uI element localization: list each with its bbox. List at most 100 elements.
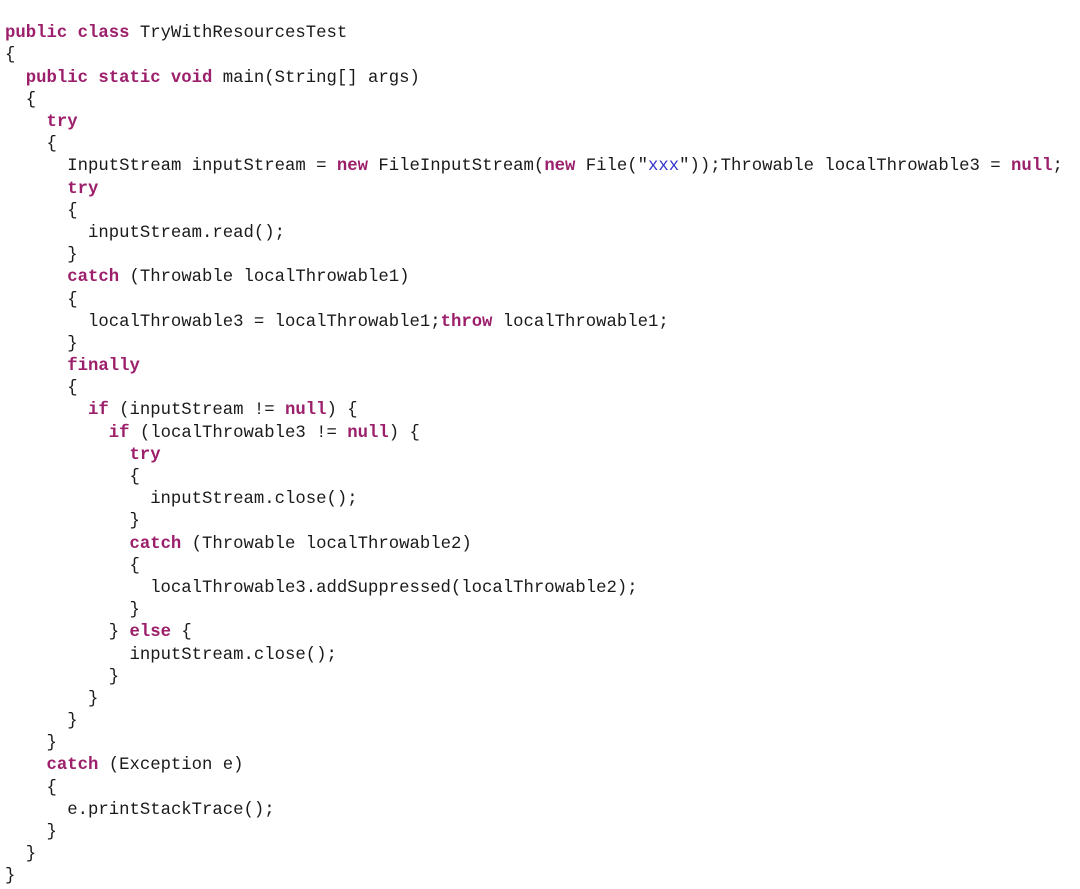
code-text: { bbox=[129, 556, 140, 576]
code-line: catch (Exception e) bbox=[5, 755, 1063, 777]
code-keyword: catch bbox=[46, 756, 99, 776]
code-line: { bbox=[5, 90, 1063, 112]
code-line: } bbox=[5, 711, 1063, 733]
code-text: { bbox=[67, 379, 78, 399]
code-text: inputStream.close(); bbox=[129, 645, 337, 665]
code-line: } bbox=[5, 689, 1063, 711]
code-text: } bbox=[108, 667, 120, 687]
code-keyword: null bbox=[1011, 157, 1053, 177]
code-line: localThrowable3 = localThrowable1;throw … bbox=[5, 312, 1063, 334]
code-text: } bbox=[129, 601, 140, 621]
code-text: File(" bbox=[575, 157, 649, 177]
code-keyword: else bbox=[129, 623, 171, 643]
code-text: { bbox=[67, 201, 78, 221]
code-text: } bbox=[67, 246, 78, 266]
code-text: localThrowable3.addSuppressed(localThrow… bbox=[150, 578, 638, 598]
code-text: } bbox=[87, 689, 99, 709]
code-keyword: null bbox=[347, 423, 389, 443]
code-line: e.printStackTrace(); bbox=[5, 800, 1063, 822]
code-keyword: throw bbox=[440, 312, 493, 332]
code-line: } bbox=[5, 866, 1063, 888]
code-line: } bbox=[5, 245, 1063, 267]
code-text: } bbox=[67, 712, 78, 732]
code-text: ) { bbox=[388, 423, 420, 443]
code-line: public static void main(String[] args) bbox=[5, 68, 1063, 90]
code-text: { bbox=[46, 135, 57, 155]
code-line: } bbox=[5, 511, 1063, 533]
code-line: } bbox=[5, 667, 1063, 689]
code-line: { bbox=[5, 290, 1063, 312]
code-text: inputStream.close(); bbox=[150, 490, 358, 510]
code-text: (Throwable localThrowable2) bbox=[181, 534, 472, 554]
code-text: } bbox=[67, 334, 78, 354]
code-keyword: new bbox=[544, 157, 576, 177]
code-string-literal: xxx bbox=[648, 157, 680, 177]
code-line: } bbox=[5, 334, 1063, 356]
code-line: finally bbox=[5, 356, 1063, 378]
code-text: { bbox=[46, 778, 57, 798]
code-keyword: null bbox=[285, 401, 327, 421]
code-keyword: try bbox=[129, 445, 161, 465]
code-text: (Exception e) bbox=[98, 756, 244, 776]
code-keyword: try bbox=[46, 113, 78, 133]
code-keyword: if bbox=[108, 423, 130, 443]
code-keyword: catch bbox=[129, 534, 182, 554]
code-text: "));Throwable localThrowable3 = bbox=[679, 157, 1012, 177]
code-text: { bbox=[5, 46, 16, 66]
code-line: catch (Throwable localThrowable1) bbox=[5, 267, 1063, 289]
code-line: catch (Throwable localThrowable2) bbox=[5, 534, 1063, 556]
code-line: if (localThrowable3 != null) { bbox=[5, 423, 1063, 445]
code-text: TryWithResourcesTest bbox=[129, 24, 348, 44]
code-text: main(String[] args) bbox=[212, 68, 420, 88]
code-listing: public class TryWithResourcesTest{ publi… bbox=[5, 23, 1063, 888]
code-text: } bbox=[108, 623, 130, 643]
code-text: ; bbox=[1052, 157, 1063, 177]
code-text: (Throwable localThrowable1) bbox=[119, 268, 410, 288]
code-keyword: try bbox=[67, 179, 99, 199]
code-line: localThrowable3.addSuppressed(localThrow… bbox=[5, 578, 1063, 600]
code-line: } else { bbox=[5, 622, 1063, 644]
code-line: if (inputStream != null) { bbox=[5, 400, 1063, 422]
code-line: { bbox=[5, 467, 1063, 489]
code-line: InputStream inputStream = new FileInputS… bbox=[5, 156, 1063, 178]
code-keyword: new bbox=[336, 157, 368, 177]
code-line: { bbox=[5, 45, 1063, 67]
code-line: { bbox=[5, 201, 1063, 223]
code-text: (inputStream != bbox=[108, 401, 286, 421]
code-line: inputStream.read(); bbox=[5, 223, 1063, 245]
code-line: } bbox=[5, 822, 1063, 844]
code-line: } bbox=[5, 600, 1063, 622]
code-line: } bbox=[5, 844, 1063, 866]
code-line: try bbox=[5, 112, 1063, 134]
code-text: e.printStackTrace(); bbox=[67, 800, 275, 820]
code-text: } bbox=[46, 823, 57, 843]
code-text: } bbox=[46, 734, 57, 754]
